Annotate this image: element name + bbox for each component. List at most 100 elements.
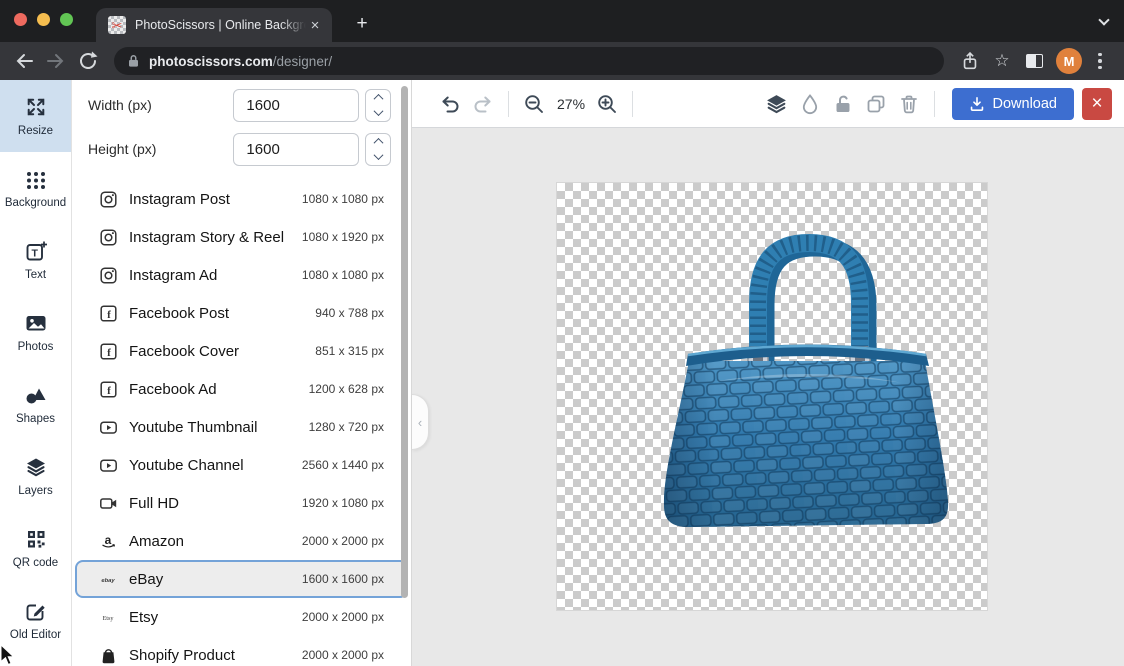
preset-instagram-post[interactable]: Instagram Post 1080 x 1080 px: [75, 180, 408, 218]
close-editor-button[interactable]: ×: [1082, 88, 1112, 120]
object-tools: Download ×: [765, 88, 1113, 120]
preset-size: 1280 x 720 px: [309, 420, 384, 434]
preset-size: 1080 x 1080 px: [302, 192, 384, 206]
resize-icon: [25, 96, 47, 118]
bookmark-star-icon[interactable]: ☆: [986, 46, 1018, 76]
preset-full-hd[interactable]: Full HD 1920 x 1080 px: [75, 484, 408, 522]
width-label: Width (px): [88, 97, 233, 113]
blur-droplet-icon[interactable]: [798, 91, 822, 117]
download-button[interactable]: Download: [952, 88, 1075, 120]
zoom-out-button[interactable]: [522, 91, 546, 117]
preset-youtube-thumbnail[interactable]: Youtube Thumbnail 1280 x 720 px: [75, 408, 408, 446]
svg-text:ebay: ebay: [101, 577, 115, 583]
preset-facebook-cover[interactable]: f Facebook Cover 851 x 315 px: [75, 332, 408, 370]
tab-strip: ✂ PhotoScissors | Online Backgro × +: [0, 0, 1124, 42]
preset-size: 1200 x 628 px: [309, 382, 384, 396]
shopify-icon: [99, 647, 117, 664]
editor-area: 27%: [412, 80, 1124, 666]
width-decrement-icon[interactable]: [366, 105, 390, 121]
redo-button[interactable]: [471, 91, 495, 117]
minimize-window-button[interactable]: [37, 13, 50, 26]
sidebar-item-text[interactable]: T Text: [0, 224, 71, 296]
preset-ebay[interactable]: ebay eBay 1600 x 1600 px: [75, 560, 408, 598]
browser-tab[interactable]: ✂ PhotoScissors | Online Backgro ×: [96, 8, 332, 42]
unlock-icon[interactable]: [831, 91, 855, 117]
svg-text:a: a: [104, 533, 111, 547]
browser-menu-icon[interactable]: [1088, 46, 1112, 76]
new-tab-button[interactable]: +: [348, 10, 376, 38]
preset-youtube-channel[interactable]: Youtube Channel 2560 x 1440 px: [75, 446, 408, 484]
url-text: photoscissors.com/designer/: [149, 54, 332, 69]
height-stepper[interactable]: [365, 133, 391, 166]
preset-shopify-product[interactable]: Shopify Product 2000 x 2000 px: [75, 636, 408, 666]
svg-text:f: f: [107, 309, 111, 321]
handbag-image[interactable]: [557, 183, 987, 610]
preset-instagram-story-reel[interactable]: Instagram Story & Reel 1080 x 1920 px: [75, 218, 408, 256]
photos-icon: [25, 312, 47, 334]
sidebar-item-label: QR code: [13, 557, 58, 569]
width-input[interactable]: [233, 89, 359, 122]
ebay-icon: ebay: [99, 571, 117, 588]
preset-name: Instagram Story & Reel: [129, 229, 302, 246]
sidebar-item-label: Text: [25, 269, 46, 281]
forward-button[interactable]: [40, 46, 72, 76]
zoom-in-button[interactable]: [595, 91, 619, 117]
share-icon[interactable]: [954, 46, 986, 76]
svg-text:T: T: [31, 247, 38, 259]
undo-button[interactable]: [438, 91, 462, 117]
toolbar-separator: [934, 91, 935, 117]
tool-sidebar: Resize Background T Text Photos Shapes L…: [0, 80, 72, 666]
download-icon: [969, 96, 985, 112]
sidebar-item-label: Layers: [18, 485, 53, 497]
instagram-icon: [99, 229, 117, 246]
side-panel-icon[interactable]: [1018, 46, 1050, 76]
sidebar-item-qr-code[interactable]: QR code: [0, 512, 71, 584]
svg-text:Etsy: Etsy: [102, 614, 114, 621]
reload-button[interactable]: [72, 46, 104, 76]
instagram-icon: [99, 191, 117, 208]
profile-avatar[interactable]: M: [1056, 48, 1082, 74]
preset-etsy[interactable]: Etsy Etsy 2000 x 2000 px: [75, 598, 408, 636]
browser-navbar: photoscissors.com/designer/ ☆ M: [0, 42, 1124, 80]
preset-name: Full HD: [129, 495, 302, 512]
sidebar-item-resize[interactable]: Resize: [0, 80, 71, 152]
background-grid-icon: [25, 168, 47, 190]
sidebar-item-label: Shapes: [16, 413, 55, 425]
tab-search-chevron-icon[interactable]: [1100, 16, 1110, 26]
width-stepper[interactable]: [365, 89, 391, 122]
sidebar-item-background[interactable]: Background: [0, 152, 71, 224]
close-window-button[interactable]: [14, 13, 27, 26]
panel-collapse-handle[interactable]: ‹: [412, 394, 429, 450]
panel-scrollbar[interactable]: [401, 86, 408, 598]
width-increment-icon[interactable]: [366, 90, 390, 106]
sidebar-item-layers[interactable]: Layers: [0, 440, 71, 512]
back-button[interactable]: [8, 46, 40, 76]
close-tab-icon[interactable]: ×: [306, 16, 324, 34]
preset-name: Youtube Thumbnail: [129, 419, 309, 436]
sidebar-item-photos[interactable]: Photos: [0, 296, 71, 368]
canvas-area: ‹: [412, 128, 1124, 666]
preset-facebook-ad[interactable]: f Facebook Ad 1200 x 628 px: [75, 370, 408, 408]
preset-facebook-post[interactable]: f Facebook Post 940 x 788 px: [75, 294, 408, 332]
transparent-canvas[interactable]: [557, 183, 987, 610]
youtube-icon: [99, 457, 117, 474]
fullscreen-window-button[interactable]: [60, 13, 73, 26]
layers-tool-icon[interactable]: [765, 91, 789, 117]
delete-trash-icon[interactable]: [897, 91, 921, 117]
add-text-icon: T: [25, 240, 47, 262]
height-row: Height (px): [72, 132, 411, 166]
preset-name: Etsy: [129, 609, 302, 626]
preset-instagram-ad[interactable]: Instagram Ad 1080 x 1080 px: [75, 256, 408, 294]
sidebar-item-shapes[interactable]: Shapes: [0, 368, 71, 440]
amazon-icon: a: [99, 533, 117, 550]
height-input[interactable]: [233, 133, 359, 166]
collapse-chevron-icon: ‹: [418, 415, 422, 430]
shapes-icon: [25, 384, 47, 406]
preset-amazon[interactable]: a Amazon 2000 x 2000 px: [75, 522, 408, 560]
address-bar[interactable]: photoscissors.com/designer/: [114, 47, 944, 75]
height-decrement-icon[interactable]: [366, 149, 390, 165]
video-camera-icon: [99, 495, 117, 512]
height-increment-icon[interactable]: [366, 134, 390, 150]
lock-icon: [126, 53, 141, 69]
duplicate-icon[interactable]: [864, 91, 888, 117]
